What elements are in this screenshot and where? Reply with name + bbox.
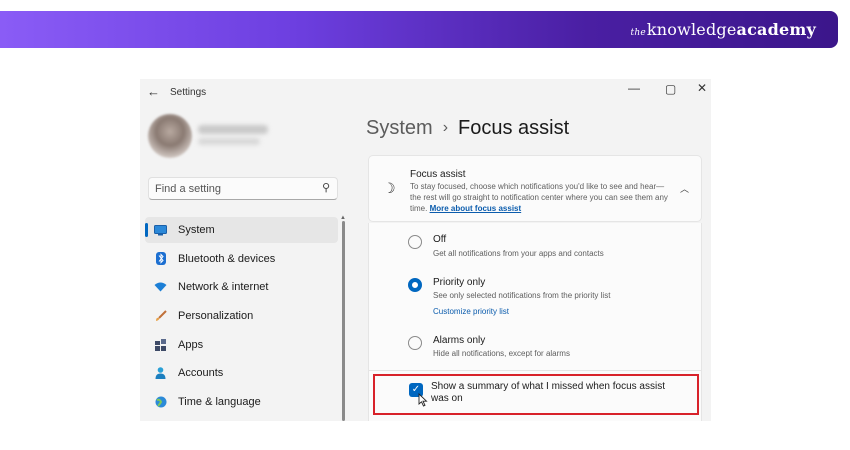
option-description: Hide all notifications, except for alarm… bbox=[433, 349, 570, 358]
focus-assist-title: Focus assist bbox=[410, 169, 466, 180]
page-title: Focus assist bbox=[458, 117, 570, 139]
sidebar-item-personalization[interactable]: Personalization bbox=[145, 303, 338, 329]
brand-knowledge: knowledge bbox=[646, 20, 737, 39]
avatar[interactable] bbox=[148, 114, 192, 158]
sidebar-item-label: Time & language bbox=[178, 396, 261, 409]
brand-banner: theknowledgeacademy bbox=[0, 11, 838, 48]
sidebar-item-time-language[interactable]: Time & language bbox=[145, 389, 338, 415]
apps-icon bbox=[154, 338, 167, 351]
sidebar-item-network[interactable]: Network & internet bbox=[145, 274, 338, 300]
sidebar-item-label: Apps bbox=[178, 338, 204, 351]
radio-priority-only[interactable] bbox=[408, 278, 422, 292]
radio-off[interactable] bbox=[408, 235, 422, 249]
radio-alarms-only[interactable] bbox=[408, 336, 422, 350]
arrow-left-icon[interactable]: ← bbox=[147, 84, 160, 99]
mouse-cursor-icon bbox=[418, 392, 428, 407]
window-title: Settings bbox=[170, 87, 207, 98]
close-button[interactable]: ✕ bbox=[697, 81, 707, 95]
option-description: See only selected notifications from the… bbox=[433, 291, 611, 300]
user-name-redacted bbox=[198, 125, 268, 134]
sidebar-item-label: Network & internet bbox=[178, 281, 269, 294]
maximize-button[interactable]: ▢ bbox=[665, 82, 676, 96]
search-icon[interactable]: ⚲ bbox=[322, 181, 330, 194]
sidebar-item-bluetooth[interactable]: Bluetooth & devices bbox=[145, 246, 338, 272]
settings-window: ← Settings — ▢ ✕ ⚲ System Bluetooth & de… bbox=[140, 79, 711, 421]
search-input[interactable] bbox=[155, 181, 305, 196]
monitor-icon bbox=[154, 224, 167, 237]
sidebar-nav: System Bluetooth & devices Network & int… bbox=[145, 217, 338, 418]
breadcrumb-separator: › bbox=[442, 119, 449, 136]
sidebar-item-apps[interactable]: Apps bbox=[145, 332, 338, 358]
brand-logo: theknowledgeacademy bbox=[631, 20, 817, 39]
user-email-redacted bbox=[198, 138, 260, 145]
sidebar-item-system[interactable]: System bbox=[145, 217, 338, 243]
focus-assist-card[interactable]: ☽ Focus assist To stay focused, choose w… bbox=[368, 155, 702, 222]
option-title: Off bbox=[433, 234, 447, 245]
brush-icon bbox=[154, 310, 167, 323]
sidebar-scrollbar[interactable] bbox=[342, 221, 345, 421]
breadcrumb-parent[interactable]: System bbox=[366, 117, 433, 139]
breadcrumb: System › Focus assist bbox=[366, 117, 569, 140]
chevron-up-icon[interactable]: ︿ bbox=[680, 182, 689, 195]
wifi-icon bbox=[154, 281, 167, 294]
person-icon bbox=[154, 367, 167, 380]
divider bbox=[369, 370, 701, 371]
focus-options-panel: Off Get all notifications from your apps… bbox=[368, 223, 702, 421]
focus-assist-description: To stay focused, choose which notificati… bbox=[410, 181, 672, 214]
sidebar-item-label: System bbox=[178, 224, 215, 236]
summary-label: Show a summary of what I missed when foc… bbox=[431, 381, 665, 404]
search-box[interactable]: ⚲ bbox=[148, 177, 338, 200]
globe-icon bbox=[154, 396, 167, 409]
option-title: Priority only bbox=[433, 277, 486, 288]
sidebar-item-label: Bluetooth & devices bbox=[178, 252, 276, 265]
minimize-button[interactable]: — bbox=[628, 81, 640, 95]
sidebar-item-accounts[interactable]: Accounts bbox=[145, 360, 338, 386]
option-description: Get all notifications from your apps and… bbox=[433, 249, 604, 258]
sidebar-item-label: Accounts bbox=[178, 367, 224, 380]
bluetooth-icon bbox=[154, 252, 167, 266]
title-bar: ← Settings — ▢ ✕ bbox=[140, 79, 711, 107]
brand-the: the bbox=[630, 28, 646, 38]
brand-academy: academy bbox=[736, 20, 816, 39]
more-about-focus-assist-link[interactable]: More about focus assist bbox=[430, 204, 522, 213]
option-title: Alarms only bbox=[433, 335, 486, 346]
customize-priority-list-link[interactable]: Customize priority list bbox=[433, 307, 509, 316]
sidebar-item-label: Personalization bbox=[178, 310, 254, 323]
moon-icon: ☽ bbox=[383, 180, 396, 196]
